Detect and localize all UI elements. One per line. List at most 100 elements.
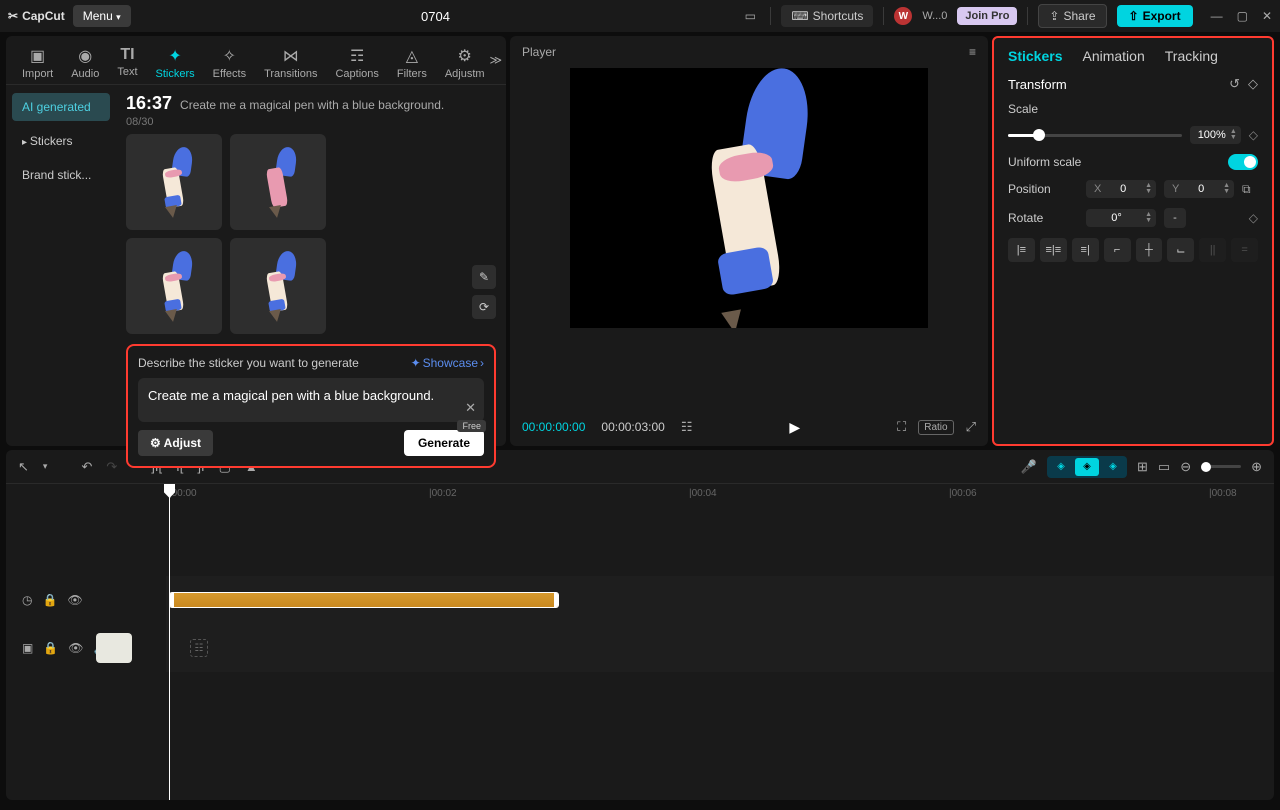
scale-value[interactable]: 100%▲▼	[1190, 126, 1241, 144]
share-button[interactable]: ⇪Share	[1038, 4, 1106, 28]
rp-tabs: Stickers Animation Tracking	[994, 38, 1272, 72]
menu-button[interactable]: Menu ▾	[73, 5, 131, 27]
preview-icon[interactable]: ▭	[1158, 459, 1170, 475]
text-icon: TI	[120, 46, 134, 64]
undo-button[interactable]: ↶	[81, 459, 92, 475]
refresh-batch-button[interactable]: ⟳	[472, 295, 496, 319]
adjust-button[interactable]: ⚙ Adjust	[138, 430, 213, 456]
snap-2-button[interactable]: ◈	[1075, 458, 1099, 476]
share-icon: ⇪	[1049, 9, 1059, 23]
scale-slider[interactable]	[1008, 134, 1182, 137]
play-button[interactable]: ▶	[789, 419, 800, 436]
maximize-icon[interactable]: ▢	[1237, 9, 1248, 23]
adjust-icon: ⚙	[458, 46, 472, 66]
content-area: 16:37 Create me a magical pen with a blu…	[116, 85, 506, 446]
user-label: W...0	[922, 10, 947, 22]
playhead[interactable]	[169, 484, 170, 800]
compare-icon[interactable]: ☷	[681, 419, 693, 435]
keyframe-all-icon[interactable]: ◇	[1248, 76, 1258, 92]
export-button[interactable]: ⇧Export	[1117, 5, 1193, 27]
position-y-input[interactable]: Y0▲▼	[1164, 180, 1234, 198]
link-xy-icon[interactable]: ⧉	[1242, 182, 1251, 197]
user-avatar[interactable]: W	[894, 7, 912, 25]
align-bottom-button[interactable]: ⌙	[1167, 238, 1194, 262]
uniform-toggle[interactable]	[1228, 154, 1258, 170]
select-dropdown-icon[interactable]: ▾	[43, 461, 48, 472]
fullscreen-icon[interactable]: ⤢	[966, 419, 976, 435]
mic-icon[interactable]: 🎤	[1021, 459, 1037, 475]
mirror-button[interactable]: -	[1164, 208, 1186, 228]
tab-text[interactable]: TIText	[109, 42, 145, 84]
timeline-tracks: ◷ 🔒 👁 ▣ 🔒 👁 🔈 ⋯ ☷	[6, 506, 1274, 800]
minimize-icon[interactable]: —	[1211, 9, 1223, 23]
rp-tab-animation[interactable]: Animation	[1082, 48, 1144, 64]
clock-icon[interactable]: ◷	[22, 593, 32, 607]
align-left-button[interactable]: |≡	[1008, 238, 1035, 262]
position-x-input[interactable]: X0▲▼	[1086, 180, 1156, 198]
player-menu-icon[interactable]: ≡	[969, 45, 976, 59]
scale-keyframe-icon[interactable]: ◇	[1249, 128, 1258, 142]
tab-import[interactable]: ▣Import	[14, 42, 61, 84]
film-icon[interactable]: ▣	[22, 641, 33, 655]
reset-icon[interactable]: ↺	[1229, 76, 1240, 92]
close-icon[interactable]: ✕	[1262, 9, 1272, 23]
zoom-slider[interactable]	[1201, 465, 1241, 468]
align-vcenter-button[interactable]: ┼	[1136, 238, 1163, 262]
eye-icon[interactable]: 👁	[67, 593, 82, 607]
player-canvas[interactable]	[570, 68, 928, 328]
more-tabs-icon[interactable]: ≫	[489, 53, 502, 67]
shortcuts-button[interactable]: ⌨Shortcuts	[781, 5, 873, 27]
gen-desc: Create me a magical pen with a blue back…	[180, 98, 444, 112]
sidebar-brand-stickers[interactable]: Brand stick...	[12, 161, 110, 189]
sticker-thumb-4[interactable]	[230, 238, 326, 334]
tab-effects[interactable]: ✧Effects	[205, 42, 254, 84]
tab-filters[interactable]: ◬Filters	[389, 42, 435, 84]
zoom-out-icon[interactable]: ⊖	[1180, 459, 1191, 475]
redo-button[interactable]: ↷	[106, 459, 117, 475]
tab-adjustm[interactable]: ⚙Adjustm	[437, 42, 493, 84]
tab-captions[interactable]: ☶Captions	[327, 42, 386, 84]
lock-icon[interactable]: 🔒	[43, 641, 58, 655]
tab-stickers[interactable]: ✦Stickers	[148, 42, 203, 84]
rotate-input[interactable]: 0°▲▼	[1086, 209, 1156, 227]
align-top-button[interactable]: ⌐	[1104, 238, 1131, 262]
rp-tab-tracking[interactable]: Tracking	[1165, 48, 1218, 64]
sidebar-stickers[interactable]: Stickers	[12, 127, 110, 155]
select-tool[interactable]: ↖	[18, 459, 29, 475]
rotate-keyframe-icon[interactable]: ◇	[1249, 211, 1258, 225]
layout-icon[interactable]: ▭	[740, 6, 760, 26]
showcase-link[interactable]: ✦Showcase ›	[411, 356, 484, 370]
generate-button[interactable]: Generate	[404, 430, 484, 456]
scan-icon[interactable]: ⛶	[897, 419, 906, 435]
timeline-ruler[interactable]: |00:00 |00:02 |00:04 |00:06 |00:08	[6, 484, 1274, 506]
ratio-button[interactable]: Ratio	[918, 420, 953, 435]
edit-batch-button[interactable]: ✎	[472, 265, 496, 289]
transform-section: Transform ↺ ◇ Scale 100%▲▼ ◇ Uniform sca…	[994, 72, 1272, 272]
add-clip-button[interactable]: ☷	[190, 639, 208, 657]
zoom-in-icon[interactable]: ⊕	[1251, 459, 1262, 475]
sticker-clip[interactable]	[169, 592, 559, 608]
join-pro-button[interactable]: Join Pro	[957, 7, 1017, 25]
split-screen-icon[interactable]: ⊞	[1137, 459, 1148, 475]
eye-icon[interactable]: 👁	[68, 641, 83, 655]
align-right-button[interactable]: ≡|	[1072, 238, 1099, 262]
snap-1-button[interactable]: ◈	[1049, 458, 1073, 476]
shuffle-icon[interactable]: ✕	[465, 400, 476, 416]
sticker-preview[interactable]	[669, 68, 829, 328]
align-hcenter-button[interactable]: ≡|≡	[1040, 238, 1067, 262]
tab-transitions[interactable]: ⋈Transitions	[256, 42, 325, 84]
distribute-h-button: ||	[1199, 238, 1226, 262]
tab-audio[interactable]: ◉Audio	[63, 42, 107, 84]
project-title: 0704	[421, 9, 450, 24]
snap-3-button[interactable]: ◈	[1101, 458, 1125, 476]
transform-title: Transform	[1008, 77, 1067, 92]
track-thumbnail[interactable]	[96, 633, 132, 663]
sticker-thumb-2[interactable]	[230, 134, 326, 230]
sidebar-ai-generated[interactable]: AI generated	[12, 93, 110, 121]
ruler-4: |00:04	[689, 488, 717, 499]
rp-tab-stickers[interactable]: Stickers	[1008, 48, 1062, 64]
sticker-thumb-1[interactable]	[126, 134, 222, 230]
lock-icon[interactable]: 🔒	[42, 593, 57, 607]
sticker-thumb-3[interactable]	[126, 238, 222, 334]
prompt-input[interactable]: Create me a magical pen with a blue back…	[138, 378, 484, 422]
